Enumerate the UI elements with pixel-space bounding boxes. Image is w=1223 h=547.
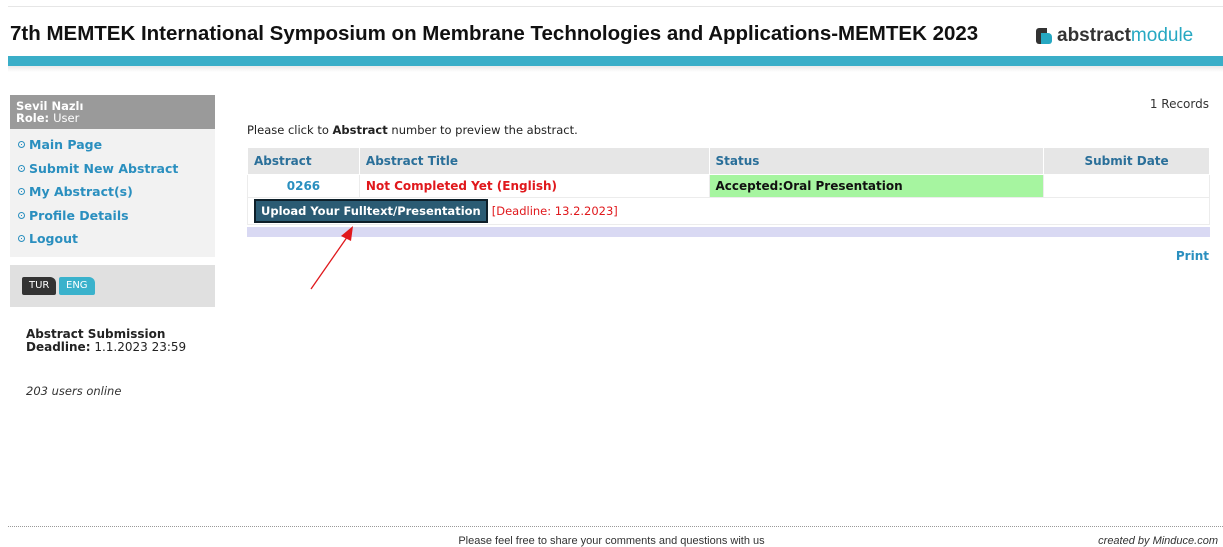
upload-row: Upload Your Fulltext/Presentation [Deadli…	[247, 197, 1210, 225]
sidebar-item-label: Profile Details	[29, 207, 129, 223]
sidebar-item-main-page[interactable]: Main Page	[10, 133, 215, 157]
bullet-icon	[18, 164, 25, 172]
col-header-abstract-title: Abstract Title	[358, 147, 710, 175]
sidebar-item-label: Main Page	[29, 137, 103, 153]
page-header: 7th MEMTEK International Symposium on Me…	[0, 0, 1223, 72]
role-value: User	[53, 111, 80, 125]
col-header-abstract: Abstract	[247, 147, 360, 175]
submit-date-cell	[1043, 174, 1210, 198]
instruction-post: number to preview the abstract.	[391, 123, 578, 137]
sidebar-item-label: Logout	[29, 231, 78, 247]
instruction-pre: Please click to	[247, 123, 329, 137]
records-count: 1 Records	[1149, 97, 1209, 111]
logo-text-abstract: abstract	[1057, 25, 1131, 46]
lang-tur-button[interactable]: TUR	[22, 276, 57, 295]
symposium-title: 7th MEMTEK International Symposium on Me…	[10, 22, 979, 45]
logo-icon	[1036, 28, 1052, 44]
upload-cell: Upload Your Fulltext/Presentation [Deadli…	[247, 197, 1210, 225]
logo-text-module: module	[1130, 25, 1194, 46]
table-row: 0266 Not Completed Yet (English) Accepte…	[247, 174, 1210, 198]
submission-deadline: Abstract Submission Deadline: 1.1.2023 2…	[26, 328, 186, 354]
deadline-prefix: Deadline:	[26, 340, 91, 354]
header-accent-bar	[8, 56, 1223, 66]
users-online: 203 users online	[26, 384, 122, 398]
abstracts-table: Abstract Abstract Title Status Submit Da…	[247, 147, 1210, 225]
table-footer-bar	[247, 227, 1210, 237]
bullet-icon	[18, 141, 25, 149]
upload-fulltext-button[interactable]: Upload Your Fulltext/Presentation	[254, 199, 488, 223]
deadline-label: Abstract Submission	[26, 327, 166, 341]
logo-text: abstractmodule	[1057, 25, 1193, 47]
footer-credit[interactable]: created by Minduce.com	[1098, 535, 1218, 547]
col-header-submit-date: Submit Date	[1043, 147, 1210, 175]
col-header-status: Status	[708, 147, 1045, 175]
language-switcher: TUR ENG	[10, 264, 215, 307]
header-shadow	[8, 66, 1223, 72]
sidebar-item-submit-new-abstract[interactable]: Submit New Abstract	[10, 157, 215, 181]
deadline-value: 1.1.2023 23:59	[94, 340, 187, 354]
sidebar-item-label: My Abstract(s)	[29, 184, 133, 200]
table-header-row: Abstract Abstract Title Status Submit Da…	[247, 147, 1210, 175]
instruction-bold: Abstract	[332, 123, 388, 137]
upload-deadline: [Deadline: 13.2.2023]	[491, 204, 618, 218]
sidebar-item-logout[interactable]: Logout	[10, 227, 215, 251]
footer-feedback-text[interactable]: Please feel free to share your comments …	[0, 535, 1223, 547]
bullet-icon	[18, 235, 25, 243]
sidebar: Sevil Nazlı Role: User Main Page Submit …	[10, 95, 215, 307]
sidebar-item-label: Submit New Abstract	[29, 160, 179, 176]
bullet-icon	[18, 188, 25, 196]
sidebar-item-profile-details[interactable]: Profile Details	[10, 204, 215, 228]
sidebar-menu: Main Page Submit New Abstract My Abstrac…	[10, 129, 215, 257]
sidebar-item-my-abstracts[interactable]: My Abstract(s)	[10, 180, 215, 204]
print-link[interactable]: Print	[1176, 249, 1209, 263]
bullet-icon	[18, 211, 25, 219]
status-badge: Accepted:Oral Presentation	[708, 174, 1045, 198]
user-role: Role: User	[16, 112, 215, 124]
abstract-number-link[interactable]: 0266	[247, 174, 360, 198]
lang-eng-button[interactable]: ENG	[59, 276, 95, 295]
footer-divider	[8, 526, 1223, 527]
instruction-text: Please click to Abstract number to previ…	[247, 123, 578, 137]
abstract-title-cell: Not Completed Yet (English)	[358, 174, 710, 198]
user-info-box: Sevil Nazlı Role: User	[10, 95, 215, 129]
abstractmodule-logo[interactable]: abstractmodule	[1036, 24, 1193, 48]
role-label: Role:	[16, 111, 50, 125]
